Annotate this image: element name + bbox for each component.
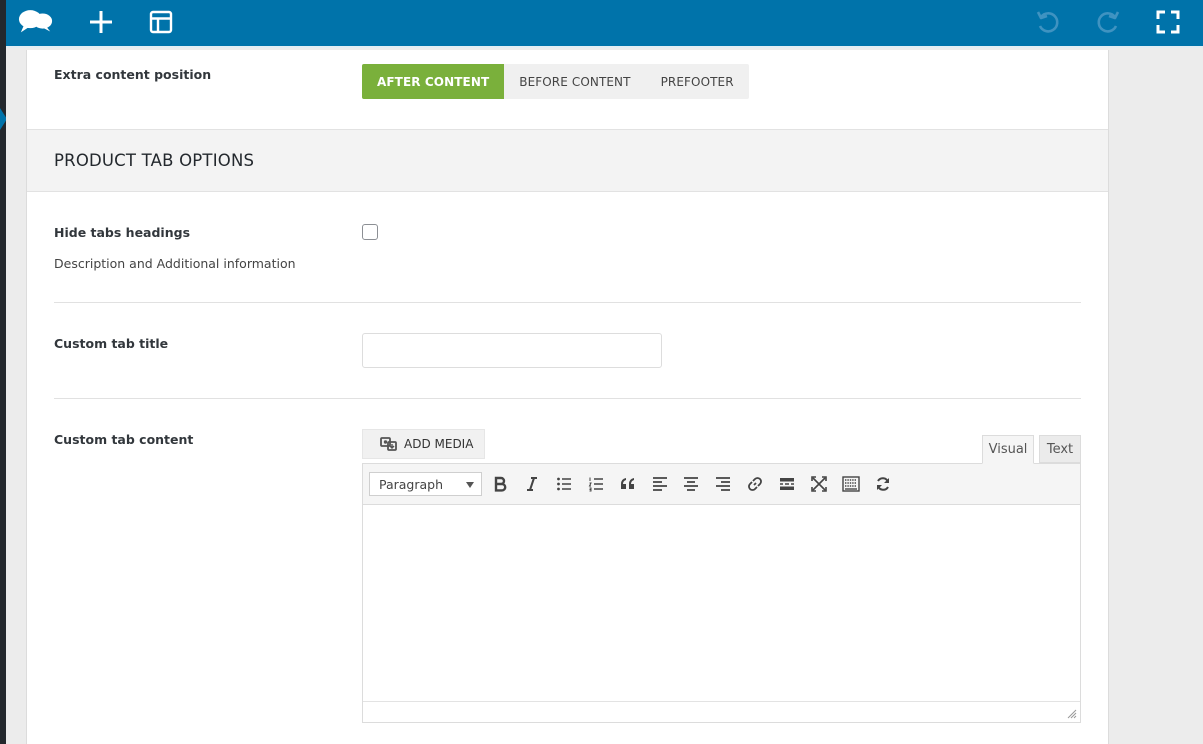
- fullscreen-icon[interactable]: [808, 473, 830, 495]
- format-select[interactable]: Paragraph: [369, 472, 482, 496]
- section-header: PRODUCT TAB OPTIONS: [27, 129, 1108, 192]
- editor-toolbar: Paragraph: [363, 464, 1080, 505]
- sync-icon[interactable]: [872, 473, 894, 495]
- custom-tab-title-input[interactable]: [362, 333, 662, 368]
- align-right-icon[interactable]: [712, 473, 734, 495]
- align-center-icon[interactable]: [680, 473, 702, 495]
- custom-tab-content-label: Custom tab content: [54, 432, 194, 447]
- rich-text-editor: Paragraph: [362, 463, 1081, 723]
- fullscreen-icon[interactable]: [1150, 4, 1186, 40]
- options-panel: Extra content position AFTER CONTENT BEF…: [26, 50, 1109, 744]
- custom-tab-title-label: Custom tab title: [54, 336, 169, 351]
- bullet-list-icon[interactable]: [553, 473, 575, 495]
- add-media-label: ADD MEDIA: [404, 437, 474, 451]
- bold-icon[interactable]: [489, 473, 511, 495]
- editor-content-area[interactable]: [363, 505, 1080, 702]
- hide-tabs-headings-checkbox[interactable]: [362, 224, 378, 240]
- tab-visual[interactable]: Visual: [982, 435, 1034, 464]
- builder-topbar: [6, 0, 1203, 48]
- link-icon[interactable]: [744, 473, 766, 495]
- before-content-option[interactable]: BEFORE CONTENT: [504, 64, 645, 99]
- section-title: PRODUCT TAB OPTIONS: [54, 151, 255, 170]
- chat-bubbles-icon[interactable]: [18, 4, 54, 40]
- italic-icon[interactable]: [521, 473, 543, 495]
- numbered-list-icon[interactable]: [585, 473, 607, 495]
- extra-content-position-label: Extra content position: [54, 67, 212, 82]
- prefooter-option[interactable]: PREFOOTER: [646, 64, 749, 99]
- extra-content-position-toggle: AFTER CONTENT BEFORE CONTENT PREFOOTER: [362, 64, 749, 99]
- hide-tabs-headings-label: Hide tabs headings: [54, 225, 191, 240]
- plus-icon[interactable]: [83, 4, 119, 40]
- blockquote-icon[interactable]: [617, 473, 639, 495]
- toolbar-toggle-icon[interactable]: [840, 473, 862, 495]
- chevron-down-icon: [466, 482, 474, 488]
- undo-icon[interactable]: [1030, 4, 1066, 40]
- add-media-icon: [380, 437, 397, 451]
- redo-icon[interactable]: [1090, 4, 1126, 40]
- layout-icon[interactable]: [143, 4, 179, 40]
- divider: [54, 398, 1081, 399]
- format-select-value: Paragraph: [379, 476, 444, 492]
- add-media-button[interactable]: ADD MEDIA: [362, 429, 485, 459]
- resize-handle-icon[interactable]: [1067, 709, 1077, 719]
- tab-text[interactable]: Text: [1039, 435, 1081, 463]
- after-content-option[interactable]: AFTER CONTENT: [362, 64, 505, 99]
- hide-tabs-headings-description: Description and Additional information: [54, 256, 296, 271]
- read-more-icon[interactable]: [776, 473, 798, 495]
- editor-statusbar: [363, 701, 1080, 722]
- align-left-icon[interactable]: [649, 473, 671, 495]
- divider: [54, 302, 1081, 303]
